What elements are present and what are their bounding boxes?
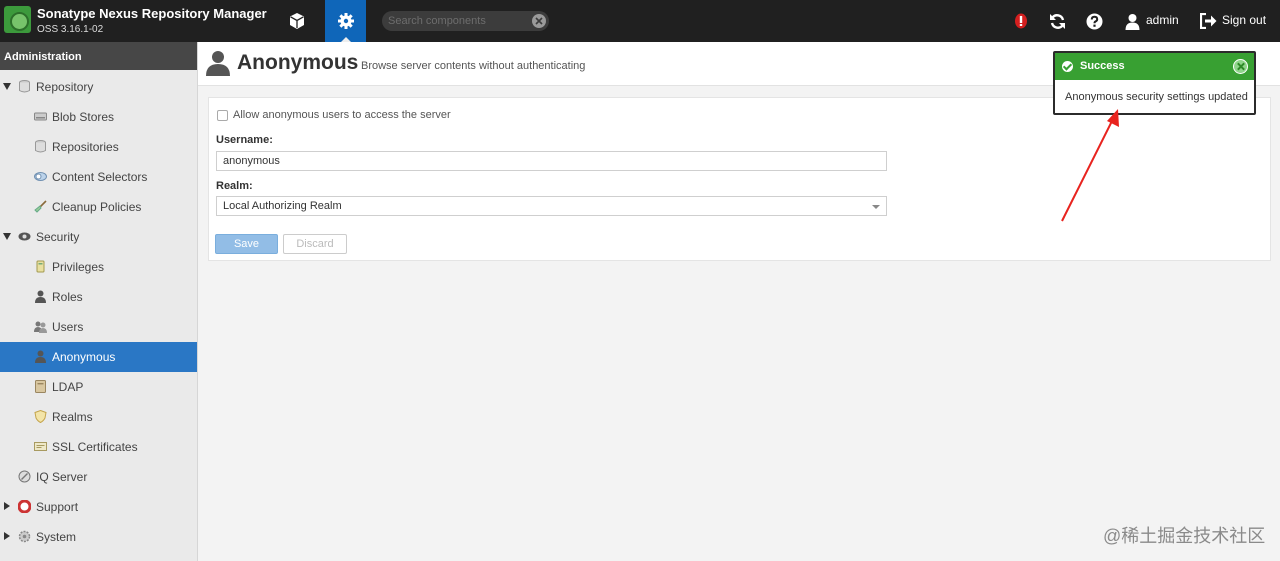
- page-subtitle: Browse server contents without authentic…: [361, 60, 586, 72]
- sidebar-item-label: Blob Stores: [52, 110, 115, 124]
- sidebar-item-repository[interactable]: Repository: [0, 72, 197, 102]
- annotation-arrow: [1061, 109, 1119, 222]
- lifebuoy-icon: [18, 500, 31, 513]
- collapsed-arrow-icon[interactable]: [4, 532, 10, 540]
- sidebar-item-label: SSL Certificates: [52, 440, 138, 454]
- user-icon[interactable]: [1123, 12, 1141, 30]
- dropdown-arrow-icon[interactable]: [872, 205, 880, 209]
- page-title: Anonymous: [237, 51, 359, 74]
- content-selector-icon: [34, 172, 47, 181]
- system-gear-icon: [18, 530, 31, 543]
- sidebar-item-realms[interactable]: Realms: [0, 402, 197, 432]
- sidebar-item-label: Repository: [36, 80, 94, 94]
- anonymous-user-icon: [35, 350, 46, 363]
- sign-out-icon[interactable]: [1199, 12, 1217, 30]
- sidebar-item-roles[interactable]: Roles: [0, 282, 197, 312]
- certificate-icon: [34, 442, 47, 451]
- sidebar-item-users[interactable]: Users: [0, 312, 197, 342]
- allow-anonymous-checkbox[interactable]: [217, 109, 228, 121]
- allow-anonymous-label[interactable]: Allow anonymous users to access the serv…: [233, 109, 451, 121]
- username-value: anonymous: [223, 155, 280, 167]
- sidebar-item-label: Cleanup Policies: [52, 200, 142, 214]
- cube-icon: [289, 13, 304, 29]
- sidebar-item-label: Security: [36, 230, 80, 244]
- sidebar-item-label: IQ Server: [36, 470, 88, 484]
- shield-icon: [34, 410, 47, 423]
- sidebar-item-label: LDAP: [52, 380, 84, 394]
- system-status-icon[interactable]: [1012, 12, 1030, 30]
- sidebar-item-iq-server[interactable]: IQ Server: [0, 462, 197, 492]
- admin-mode-button[interactable]: [325, 0, 366, 43]
- sidebar-item-label: Privileges: [52, 260, 105, 274]
- allow-anonymous-row[interactable]: Allow anonymous users to access the serv…: [217, 109, 451, 121]
- sidebar-item-label: Support: [36, 500, 79, 514]
- save-button[interactable]: Save: [215, 234, 278, 254]
- realm-label: Realm:: [216, 180, 253, 192]
- expanded-arrow-icon[interactable]: [3, 233, 11, 240]
- sidebar-item-ssl-certificates[interactable]: SSL Certificates: [0, 432, 197, 462]
- sidebar-item-support[interactable]: Support: [0, 492, 197, 522]
- app-version: OSS 3.16.1-02: [37, 24, 104, 35]
- sidebar-item-label: Users: [52, 320, 84, 334]
- realm-value: Local Authorizing Realm: [223, 200, 342, 212]
- collapsed-arrow-icon[interactable]: [4, 502, 10, 510]
- app-title: Sonatype Nexus Repository Manager: [37, 6, 267, 21]
- sidebar-item-label: Anonymous: [52, 350, 116, 364]
- help-icon[interactable]: [1085, 12, 1103, 30]
- user-menu-label[interactable]: admin: [1146, 13, 1179, 27]
- anonymous-user-icon: [206, 51, 230, 76]
- watermark: @稀土掘金技术社区: [1103, 526, 1266, 546]
- database-icon: [19, 80, 30, 93]
- eye-icon: [18, 232, 31, 241]
- expanded-arrow-icon[interactable]: [3, 83, 11, 90]
- sidebar-item-label: Roles: [52, 290, 83, 304]
- sidebar-item-privileges[interactable]: Privileges: [0, 252, 197, 282]
- sidebar-item-label: Repositories: [52, 140, 119, 154]
- sidebar-item-label: Content Selectors: [52, 170, 148, 184]
- username-label: Username:: [216, 134, 273, 146]
- badge-icon: [36, 260, 45, 273]
- top-header: Sonatype Nexus Repository Manager OSS 3.…: [0, 0, 1280, 43]
- search-box[interactable]: [382, 11, 549, 31]
- check-circle-icon: [1062, 61, 1073, 72]
- gear-icon: [337, 13, 354, 29]
- sidebar-item-content-selectors[interactable]: Content Selectors: [0, 162, 197, 192]
- sidebar-item-system[interactable]: System: [0, 522, 197, 552]
- clear-search-icon[interactable]: [532, 14, 546, 28]
- browse-mode-button[interactable]: [276, 0, 317, 42]
- users-icon: [34, 321, 47, 333]
- notification-message: Anonymous security settings updated: [1065, 91, 1248, 103]
- sidebar-item-anonymous[interactable]: Anonymous: [0, 342, 197, 372]
- iq-server-icon: [18, 470, 31, 483]
- sidebar-item-label: Realms: [52, 410, 93, 424]
- sidebar-item-security[interactable]: Security: [0, 222, 197, 252]
- sidebar-item-repositories[interactable]: Repositories: [0, 132, 197, 162]
- sign-out-button[interactable]: Sign out: [1222, 13, 1266, 27]
- sidebar-item-blob-stores[interactable]: Blob Stores: [0, 102, 197, 132]
- sidebar-item-label: System: [36, 530, 77, 544]
- refresh-icon[interactable]: [1048, 12, 1066, 30]
- sidebar-item-ldap[interactable]: LDAP: [0, 372, 197, 402]
- discard-button[interactable]: Discard: [283, 234, 347, 254]
- close-icon[interactable]: [1233, 59, 1248, 74]
- sidebar-item-cleanup-policies[interactable]: Cleanup Policies: [0, 192, 197, 222]
- sidebar-heading: Administration: [0, 42, 197, 70]
- hard-drive-icon: [34, 112, 47, 121]
- admin-sidebar: Administration Repository Blob Stores Re…: [0, 42, 198, 561]
- database-icon: [35, 140, 46, 153]
- broom-icon: [34, 200, 47, 213]
- username-field[interactable]: anonymous: [216, 151, 887, 171]
- search-input[interactable]: [388, 11, 528, 31]
- notification-header: Success: [1055, 53, 1254, 80]
- realm-select[interactable]: Local Authorizing Realm: [216, 196, 887, 216]
- role-user-icon: [35, 290, 46, 303]
- notification-title: Success: [1080, 60, 1125, 72]
- nexus-logo[interactable]: [4, 6, 31, 33]
- address-book-icon: [35, 380, 46, 393]
